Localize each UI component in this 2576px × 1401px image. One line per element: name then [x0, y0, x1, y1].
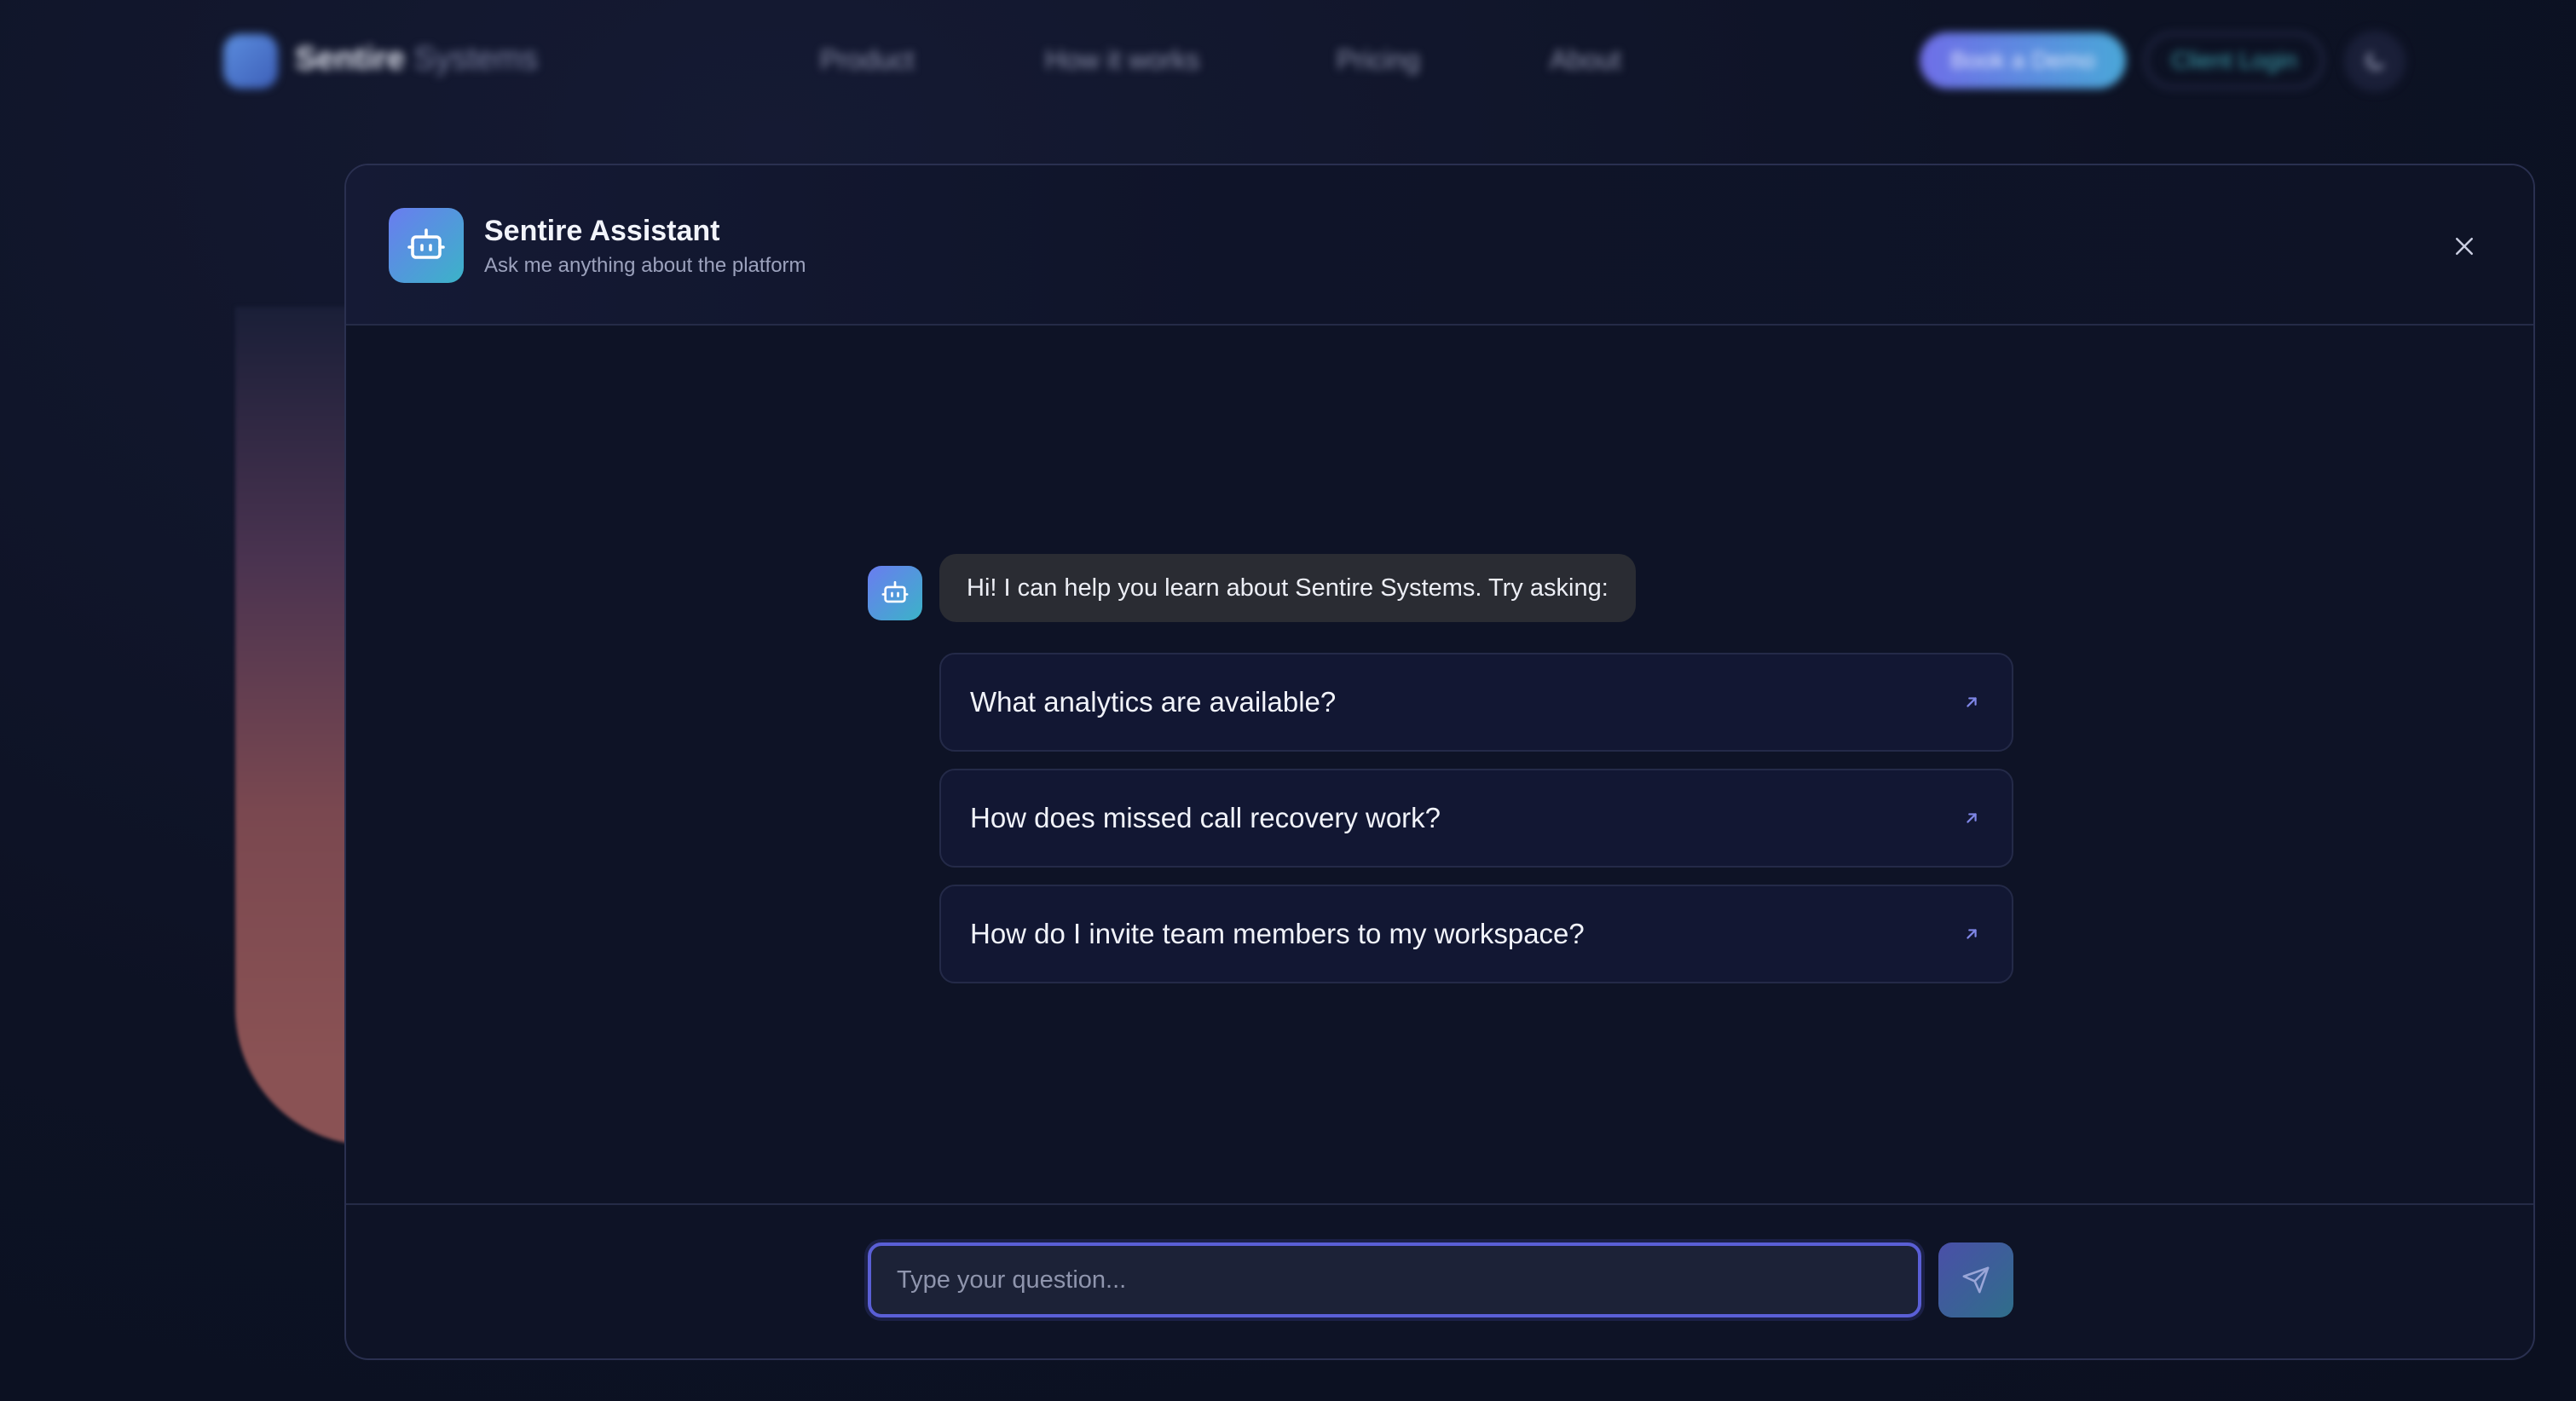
assistant-subtitle: Ask me anything about the platform — [484, 254, 806, 277]
background-navbar: Sentire Systems Product How it works Pri… — [0, 0, 2576, 128]
robot-icon — [407, 228, 445, 259]
assistant-chat-modal: Sentire Assistant Ask me anything about … — [344, 164, 2535, 1360]
arrow-up-right-icon — [1961, 807, 1983, 829]
assistant-title: Sentire Assistant — [484, 215, 720, 247]
close-icon — [2456, 238, 2473, 255]
logo-brand-strong: Sentire — [295, 41, 405, 77]
waveform-icon — [223, 34, 278, 89]
arrow-up-right-icon — [1961, 923, 1983, 945]
nav-link-about: About — [1550, 44, 1621, 75]
suggestion-text: What analytics are available? — [970, 686, 1337, 718]
robot-icon — [881, 580, 909, 603]
suggestion-text: How does missed call recovery work? — [970, 802, 1441, 833]
arrow-up-right-icon — [1961, 691, 1983, 713]
chat-header: Sentire Assistant Ask me anything about … — [346, 165, 2533, 326]
nav-link-pricing: Pricing — [1337, 44, 1420, 75]
client-login-button: Client Login — [2145, 32, 2324, 89]
book-demo-button: Book a Demo — [1920, 32, 2126, 89]
bot-greeting-message: Hi! I can help you learn about Sentire S… — [939, 554, 1636, 622]
assistant-avatar — [389, 208, 464, 283]
moon-icon — [2365, 51, 2385, 71]
suggestion-text: How do I invite team members to my works… — [970, 918, 1585, 949]
chat-input-bar — [346, 1203, 2533, 1358]
suggestion-analytics[interactable]: What analytics are available? — [939, 653, 2013, 752]
suggestion-invite-team[interactable]: How do I invite team members to my works… — [939, 885, 2013, 983]
question-input[interactable] — [868, 1242, 1921, 1317]
theme-toggle-button — [2344, 31, 2406, 92]
send-button[interactable] — [1938, 1242, 2013, 1317]
suggestion-missed-call-recovery[interactable]: How does missed call recovery work? — [939, 769, 2013, 868]
nav-link-how-it-works: How it works — [1045, 44, 1200, 75]
background-logo-text: Sentire Systems — [295, 41, 538, 78]
logo-brand-light: Systems — [413, 41, 539, 77]
nav-link-product: Product — [820, 44, 915, 75]
bot-message-avatar — [868, 566, 922, 620]
send-icon — [1962, 1266, 1990, 1294]
chat-messages: Hi! I can help you learn about Sentire S… — [346, 326, 2533, 1198]
close-button[interactable] — [2443, 225, 2486, 268]
